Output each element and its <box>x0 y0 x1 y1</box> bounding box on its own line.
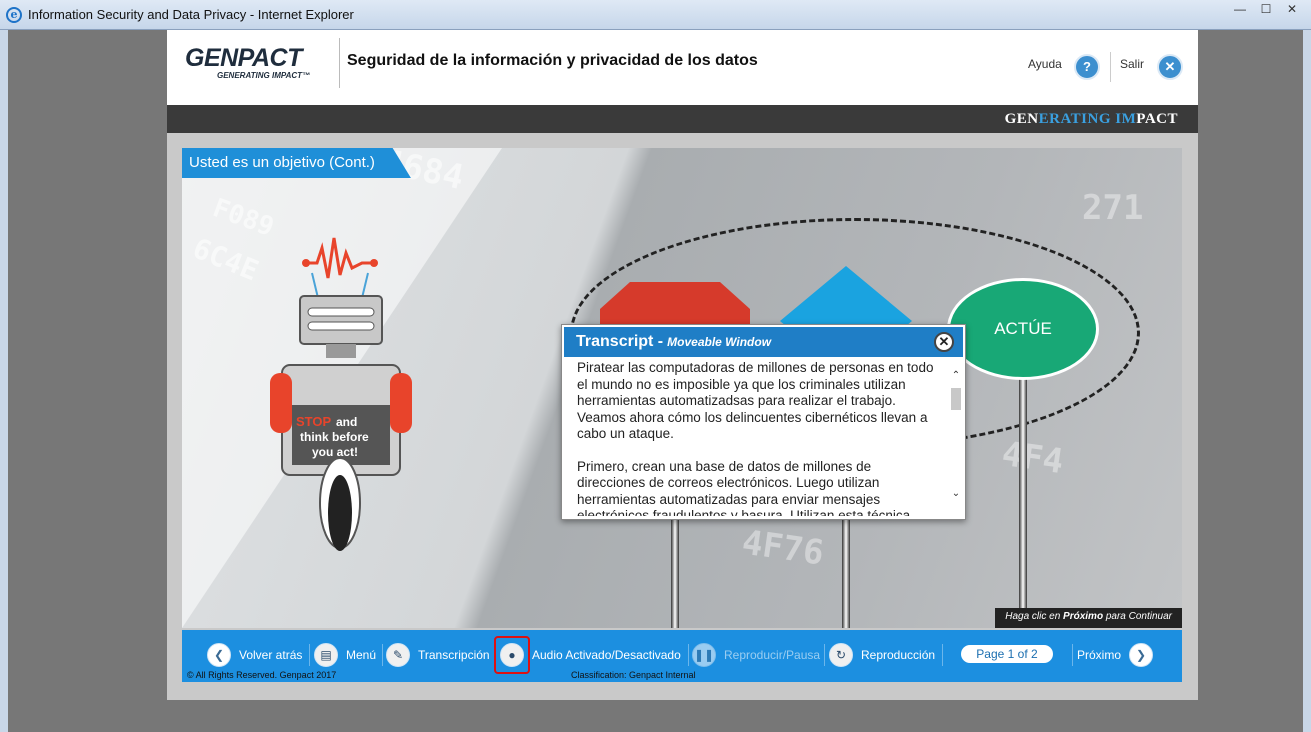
next-hint-prefix: Haga clic en <box>1005 611 1064 622</box>
robot-illustration: STOP and think before you act! <box>270 237 412 551</box>
transcript-window[interactable]: Transcript - Moveable Window ✕ Piratear l… <box>561 324 966 520</box>
window-frame-left <box>0 30 8 732</box>
transcript-subtitle: Moveable Window <box>667 335 772 349</box>
act-sign: ACTÚE <box>947 278 1099 380</box>
minimize-button[interactable]: — <box>1227 0 1253 18</box>
robot-sign-line-3: you act! <box>312 445 358 459</box>
nav-separator <box>824 644 825 666</box>
nav-separator <box>309 644 310 666</box>
replay-icon: ↻ <box>829 643 853 667</box>
transcript-title: Transcript - Moveable Window <box>576 333 771 351</box>
menu-label: Menú <box>346 648 377 662</box>
replay-label: Reproducción <box>861 648 936 662</box>
window-title: Information Security and Data Privacy - … <box>28 7 354 22</box>
window-titlebar: e Information Security and Data Privacy … <box>0 0 1311 30</box>
transcript-title-text: Transcript - <box>576 333 664 350</box>
help-label[interactable]: Ayuda <box>1028 57 1062 71</box>
audio-label: Audio Activado/Desactivado <box>532 648 681 662</box>
header-divider <box>339 38 340 88</box>
nav-separator <box>382 644 383 666</box>
robot-sign-line-2: think before <box>300 430 369 444</box>
next-arrow-icon: ❯ <box>1129 643 1154 667</box>
background-hex-glyphs: 4F76 <box>739 522 827 574</box>
scroll-up-icon[interactable]: ⌃ <box>949 370 963 382</box>
player-navbar: ❮ Volver atrás ▤ Menú ✎ Transcripción ● … <box>182 630 1182 682</box>
brand-bar: GENERATING IMPACT <box>167 105 1198 133</box>
robot-sign-line-1: STOP <box>296 414 331 429</box>
transcript-body: Piratear las computadoras de millones de… <box>577 360 937 516</box>
exit-button[interactable]: ✕ <box>1157 54 1183 80</box>
wordmark-part-1: GEN <box>1004 111 1039 127</box>
nav-separator <box>942 644 943 666</box>
generating-impact-wordmark: GENERATING IMPACT <box>1005 111 1178 128</box>
maximize-button[interactable]: ☐ <box>1253 0 1279 18</box>
audio-highlight-box <box>494 636 530 674</box>
menu-icon: ▤ <box>314 643 338 667</box>
transcript-paragraph: Primero, crean una base de datos de mill… <box>577 458 911 517</box>
back-button[interactable]: ❮ Volver atrás <box>207 643 302 667</box>
page-indicator: Page 1 of 2 <box>961 645 1053 663</box>
wordmark-part-3: IM <box>1115 111 1137 127</box>
pause-icon: ❚❚ <box>692 643 716 667</box>
logo-tagline: GENERATING IMPACT™ <box>217 71 311 80</box>
robot-sign-line-1-rest: and <box>336 415 357 429</box>
transcript-label: Transcripción <box>418 648 490 662</box>
nav-separator <box>1072 644 1073 666</box>
course-title: Seguridad de la información y privacidad… <box>347 52 758 69</box>
course-header: GENPACT GENERATING IMPACT™ Seguridad de … <box>167 30 1198 105</box>
next-button[interactable]: Próximo ❯ <box>1077 643 1161 667</box>
next-hint: Haga clic en Próximo para Continuar <box>995 608 1182 628</box>
replay-button[interactable]: ↻ Reproducción <box>829 643 935 667</box>
copyright-text: © All Rights Reserved. Genpact 2017 <box>187 670 337 680</box>
nav-separator <box>688 644 689 666</box>
help-button[interactable]: ? <box>1074 54 1100 80</box>
background-hex-glyphs: 271 <box>1082 188 1144 228</box>
window-frame-right <box>1303 30 1311 732</box>
internet-explorer-icon: e <box>6 7 22 23</box>
transcript-icon: ✎ <box>386 643 410 667</box>
menu-button[interactable]: ▤ Menú <box>314 643 376 667</box>
transcript-close-button[interactable]: ✕ <box>934 332 954 352</box>
window-controls: — ☐ ✕ <box>1227 0 1305 18</box>
slide-title: Usted es un objetivo (Cont.) <box>182 148 411 178</box>
wordmark-part-2: ERATING <box>1038 111 1116 127</box>
scroll-thumb[interactable] <box>951 388 961 410</box>
logo-brand: GENPACT <box>185 44 302 72</box>
wordmark-part-4: PACT <box>1136 111 1178 127</box>
play-pause-label: Reproducir/Pausa <box>724 648 821 662</box>
background-hex-glyphs: 4F4 <box>999 433 1066 483</box>
next-label: Próximo <box>1077 648 1122 662</box>
exit-label[interactable]: Salir <box>1120 57 1144 71</box>
sign-pole <box>1019 378 1027 628</box>
transcript-scrollbar[interactable]: ⌃ ⌄ <box>949 370 963 500</box>
slide-canvas: 4684 F089 6C4E 4F76 4F4 271 Usted es un … <box>182 148 1182 628</box>
course-player: GENPACT GENERATING IMPACT™ Seguridad de … <box>167 30 1198 700</box>
genpact-logo: GENPACT GENERATING IMPACT™ <box>185 44 310 80</box>
scroll-down-icon[interactable]: ⌄ <box>949 488 963 500</box>
transcript-header[interactable]: Transcript - Moveable Window ✕ <box>562 325 965 359</box>
next-hint-bold: Próximo <box>1063 611 1104 622</box>
next-hint-suffix: para Continuar <box>1103 611 1172 622</box>
transcript-button[interactable]: ✎ Transcripción <box>386 643 490 667</box>
transcript-paragraph: Piratear las computadoras de millones de… <box>577 360 934 441</box>
classification-text: Classification: Genpact Internal <box>571 670 696 680</box>
header-separator <box>1110 52 1111 82</box>
back-label: Volver atrás <box>239 648 303 662</box>
back-arrow-icon: ❮ <box>207 643 231 667</box>
play-pause-button[interactable]: ❚❚ Reproducir/Pausa <box>692 643 820 667</box>
close-window-button[interactable]: ✕ <box>1279 0 1305 18</box>
